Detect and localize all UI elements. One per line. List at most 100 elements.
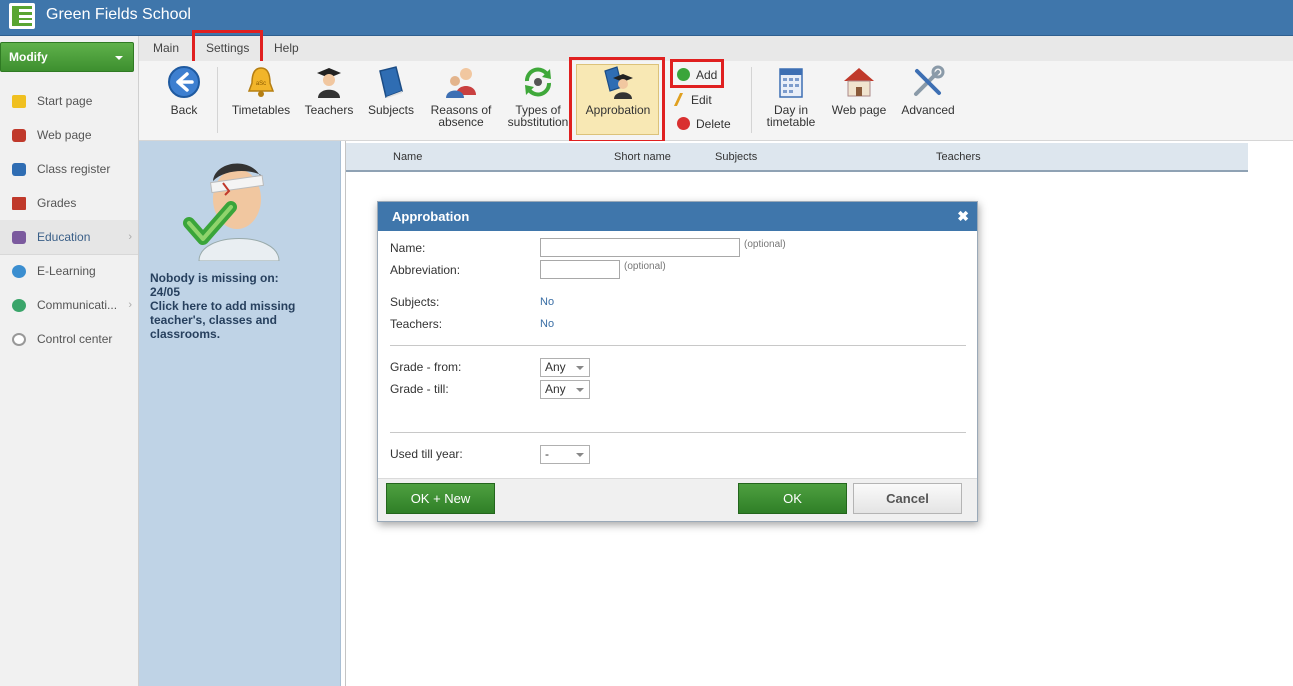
column-header-teachers[interactable]: Teachers — [936, 151, 981, 163]
missing-info-line: Click here to add missing — [150, 299, 296, 313]
toolbar: Back aSc Timetables Teachers Subjects Re… — [139, 57, 1293, 143]
back-arrow-icon — [167, 65, 201, 99]
globe-icon — [12, 265, 26, 278]
svg-text:aSc: aSc — [256, 81, 266, 87]
toolbar-divider — [217, 67, 218, 133]
delete-button[interactable]: Delete — [677, 117, 731, 131]
types-label-line2: substitution — [507, 115, 569, 129]
ok-button[interactable]: OK — [738, 483, 847, 514]
chevron-down-icon — [576, 388, 584, 392]
missing-info-line: classrooms. — [150, 327, 221, 341]
missing-info-link[interactable]: Nobody is missing on: 24/05 Click here t… — [150, 271, 330, 341]
day-label-line2: timetable — [766, 115, 816, 129]
timetables-label: Timetables — [231, 103, 291, 117]
sidebar-item-label: Web page — [37, 128, 92, 142]
column-header-short-name[interactable]: Short name — [614, 151, 671, 163]
column-header-name[interactable]: Name — [393, 151, 422, 163]
add-highlight-box — [670, 59, 724, 88]
subjects-label: Subjects — [367, 103, 415, 117]
chevron-down-icon — [576, 366, 584, 370]
tools-icon — [911, 65, 945, 99]
subjects-button[interactable]: Subjects — [365, 65, 417, 116]
book-icon — [12, 163, 26, 176]
education-icon — [12, 231, 26, 244]
cancel-button[interactable]: Cancel — [853, 483, 962, 514]
types-of-substitution-button[interactable]: Types of substitution — [505, 65, 571, 128]
teachers-label: Teachers — [304, 103, 354, 117]
sidebar-item-e-learning[interactable]: E-Learning — [0, 254, 138, 288]
sidebar: Modify Start page Web page Class registe… — [0, 36, 139, 686]
dialog-title: Approbation — [392, 209, 470, 224]
dialog-divider — [390, 345, 966, 346]
absence-people-icon — [444, 65, 478, 99]
book-icon — [374, 65, 408, 99]
dialog-title-bar: Approbation ✖ — [378, 202, 977, 231]
name-label: Name: — [390, 241, 426, 255]
close-icon[interactable]: ✖ — [957, 209, 969, 223]
sidebar-item-communication[interactable]: Communicati... › — [0, 288, 138, 322]
sidebar-item-label: Grades — [37, 196, 77, 210]
teachers-label: Teachers: — [390, 317, 443, 331]
day-in-timetable-button[interactable]: Day in timetable — [761, 65, 821, 128]
calendar-icon — [774, 65, 808, 99]
sidebar-item-label: Education — [37, 230, 91, 244]
bell-icon: aSc — [244, 65, 278, 99]
subjects-label: Subjects: — [390, 295, 440, 309]
grade-till-label: Grade - till: — [390, 382, 449, 396]
dialog-divider — [390, 432, 966, 433]
back-button[interactable]: Back — [164, 65, 204, 116]
sidebar-item-label: Class register — [37, 162, 111, 176]
back-label: Back — [170, 103, 198, 117]
name-optional-hint: (optional) — [744, 239, 786, 250]
grade-from-select[interactable]: Any — [540, 358, 590, 377]
tab-help[interactable]: Help — [274, 41, 299, 55]
advanced-button[interactable]: Advanced — [897, 65, 959, 116]
subjects-value-link[interactable]: No — [540, 296, 554, 308]
grade-from-value: Any — [545, 360, 566, 374]
grade-till-select[interactable]: Any — [540, 380, 590, 399]
sidebar-item-grades[interactable]: Grades — [0, 186, 138, 220]
sidebar-item-class-register[interactable]: Class register — [0, 152, 138, 186]
dialog-footer: OK + New OK Cancel — [378, 478, 977, 521]
gear-icon — [12, 333, 26, 346]
sidebar-item-education[interactable]: Education › — [0, 220, 138, 254]
teachers-button[interactable]: Teachers — [302, 65, 356, 116]
approbation-highlight-box — [569, 57, 665, 143]
used-till-year-value: - — [545, 447, 549, 461]
delete-label: Delete — [696, 117, 731, 131]
abbreviation-field[interactable] — [540, 260, 620, 279]
used-till-year-label: Used till year: — [390, 447, 463, 461]
approbation-dialog: Approbation ✖ Name: (optional) Abbreviat… — [377, 201, 978, 522]
used-till-year-select[interactable]: - — [540, 445, 590, 464]
sidebar-item-label: E-Learning — [37, 264, 96, 278]
minus-icon — [677, 117, 690, 130]
advanced-label: Advanced — [901, 103, 955, 117]
name-field[interactable] — [540, 238, 740, 257]
app-logo-icon — [9, 3, 35, 29]
star-icon — [12, 95, 26, 108]
reasons-of-absence-button[interactable]: Reasons of absence — [426, 65, 496, 128]
ok-new-button[interactable]: OK + New — [386, 483, 495, 514]
menu-bar: Main Settings Help — [139, 36, 1293, 61]
sidebar-item-start-page[interactable]: Start page — [0, 84, 138, 118]
toolbar-divider — [751, 67, 752, 133]
communication-icon — [12, 299, 26, 312]
tab-main[interactable]: Main — [153, 41, 179, 55]
column-header-subjects[interactable]: Subjects — [715, 151, 757, 163]
missing-info-panel: Nobody is missing on: 24/05 Click here t… — [139, 141, 341, 686]
teachers-value-link[interactable]: No — [540, 318, 554, 330]
missing-info-date: 24/05 — [150, 285, 181, 299]
sidebar-item-label: Communicati... — [37, 298, 118, 312]
edit-button[interactable]: Edit — [673, 93, 712, 107]
modify-button[interactable]: Modify — [0, 42, 134, 72]
sidebar-item-web-page[interactable]: Web page — [0, 118, 138, 152]
substitution-cycle-icon — [521, 65, 555, 99]
sidebar-item-control-center[interactable]: Control center — [0, 322, 138, 356]
chevron-down-icon — [576, 453, 584, 457]
web-page-button[interactable]: Web page — [828, 65, 890, 116]
abbreviation-optional-hint: (optional) — [624, 261, 666, 272]
chevron-right-icon: › — [128, 231, 132, 243]
grade-from-label: Grade - from: — [390, 360, 462, 374]
web-page-label: Web page — [831, 103, 887, 117]
timetables-button[interactable]: aSc Timetables — [227, 65, 295, 116]
